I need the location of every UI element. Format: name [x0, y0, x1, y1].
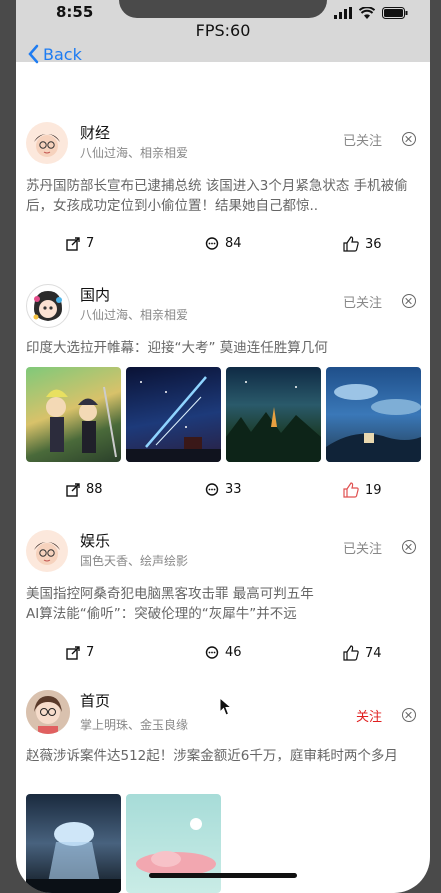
share-count: 88	[86, 482, 103, 497]
avatar[interactable]	[26, 122, 68, 164]
like-button[interactable]: 19	[343, 482, 382, 498]
fps-label: FPS:60	[195, 21, 251, 40]
card-title: 娱乐	[80, 532, 111, 550]
close-icon[interactable]	[402, 708, 416, 722]
card-text: 赵薇涉诉案件达512起！涉案金额近6千万，庭审耗时两个多月	[26, 748, 398, 764]
card-header: 国内 八仙过海、相亲相爱 已关注	[26, 284, 420, 330]
device-frame: 8:55 FPS:60 Back 财经 八仙过海、相亲相爱 已关注 苏丹国防部长…	[0, 0, 441, 893]
like-count: 36	[365, 236, 382, 252]
card-image[interactable]	[26, 794, 121, 893]
share-count: 7	[86, 236, 95, 251]
comment-icon	[205, 482, 219, 496]
like-button[interactable]: 74	[343, 645, 382, 661]
card-image[interactable]	[126, 367, 221, 462]
thumbs-up-icon	[343, 236, 359, 252]
card-subtitle: 掌上明珠、金玉良缘	[80, 718, 189, 732]
comment-button[interactable]: 46	[205, 645, 242, 660]
card-title: 首页	[80, 692, 111, 710]
share-button[interactable]: 88	[66, 482, 103, 497]
card-image[interactable]	[226, 367, 321, 462]
thumbs-up-icon	[343, 645, 359, 661]
card-image[interactable]	[26, 367, 121, 462]
close-icon[interactable]	[402, 132, 416, 146]
feed-card[interactable]: 国内 八仙过海、相亲相爱 已关注 印度大选拉开帷幕：迎接“大考” 莫迪连任胜算几…	[16, 284, 430, 514]
close-icon[interactable]	[402, 540, 416, 554]
card-text: 苏丹国防部长宣布已逮捕总统 该国进入3个月紧急状态 手机被偷后，女孩成功定位到小…	[26, 178, 408, 214]
notch	[119, 0, 327, 18]
share-icon	[66, 482, 80, 497]
card-actions: 7 46 74	[16, 645, 430, 669]
follow-button[interactable]: 关注	[356, 706, 382, 725]
card-subtitle: 八仙过海、相亲相爱	[80, 146, 189, 160]
feed-card[interactable]: 首页 掌上明珠、金玉良缘 关注 赵薇涉诉案件达512起！涉案金额近6千万，庭审耗…	[16, 690, 430, 893]
like-count: 74	[365, 645, 382, 661]
comment-icon	[205, 645, 219, 659]
card-text: 美国指控阿桑奇犯电脑黑客攻击罪 最高可判五年 AI算法能“偷听”：突破伦理的“灰…	[26, 586, 314, 622]
card-image[interactable]	[326, 367, 421, 462]
like-button[interactable]: 36	[343, 236, 382, 252]
back-label: Back	[43, 44, 82, 64]
comment-count: 84	[225, 236, 242, 251]
card-header: 娱乐 国色天香、绘声绘影 已关注	[26, 530, 420, 576]
card-actions: 7 84 36	[16, 236, 430, 260]
comment-button[interactable]: 84	[205, 236, 242, 251]
comment-count: 46	[225, 645, 242, 660]
share-button[interactable]: 7	[66, 236, 94, 251]
card-actions: 88 33 19	[16, 482, 430, 506]
card-title: 国内	[80, 286, 111, 304]
avatar[interactable]	[26, 690, 70, 734]
feed-card[interactable]: 娱乐 国色天香、绘声绘影 已关注 美国指控阿桑奇犯电脑黑客攻击罪 最高可判五年 …	[16, 530, 430, 670]
back-button[interactable]: Back	[28, 44, 82, 64]
status-bar: 8:55 FPS:60 Back	[16, 0, 430, 64]
share-icon	[66, 236, 80, 251]
follow-button[interactable]: 已关注	[343, 538, 382, 557]
card-subtitle: 八仙过海、相亲相爱	[80, 308, 189, 322]
feed-card[interactable]: 财经 八仙过海、相亲相爱 已关注 苏丹国防部长宣布已逮捕总统 该国进入3个月紧急…	[16, 122, 430, 262]
avatar[interactable]	[26, 530, 68, 572]
share-count: 7	[86, 645, 95, 660]
comment-count: 33	[225, 482, 242, 497]
screen: 8:55 FPS:60 Back 财经 八仙过海、相亲相爱 已关注 苏丹国防部长…	[16, 0, 430, 893]
comment-button[interactable]: 33	[205, 482, 242, 497]
follow-button[interactable]: 已关注	[343, 130, 382, 149]
close-icon[interactable]	[402, 294, 416, 308]
share-button[interactable]: 7	[66, 645, 94, 660]
thumbs-up-active-icon	[343, 482, 359, 498]
card-subtitle: 国色天香、绘声绘影	[80, 554, 189, 568]
cursor-icon	[219, 697, 233, 716]
home-indicator[interactable]	[149, 873, 297, 878]
avatar[interactable]	[26, 284, 70, 328]
card-text: 印度大选拉开帷幕：迎接“大考” 莫迪连任胜算几何	[26, 340, 328, 356]
comment-icon	[205, 236, 219, 250]
card-image[interactable]	[126, 794, 221, 893]
like-count: 19	[365, 482, 382, 498]
follow-button[interactable]: 已关注	[343, 292, 382, 311]
card-title: 财经	[80, 124, 111, 142]
status-time: 8:55	[56, 3, 94, 21]
card-header: 财经 八仙过海、相亲相爱 已关注	[26, 122, 420, 168]
share-icon	[66, 645, 80, 660]
chevron-left-icon	[28, 44, 39, 64]
